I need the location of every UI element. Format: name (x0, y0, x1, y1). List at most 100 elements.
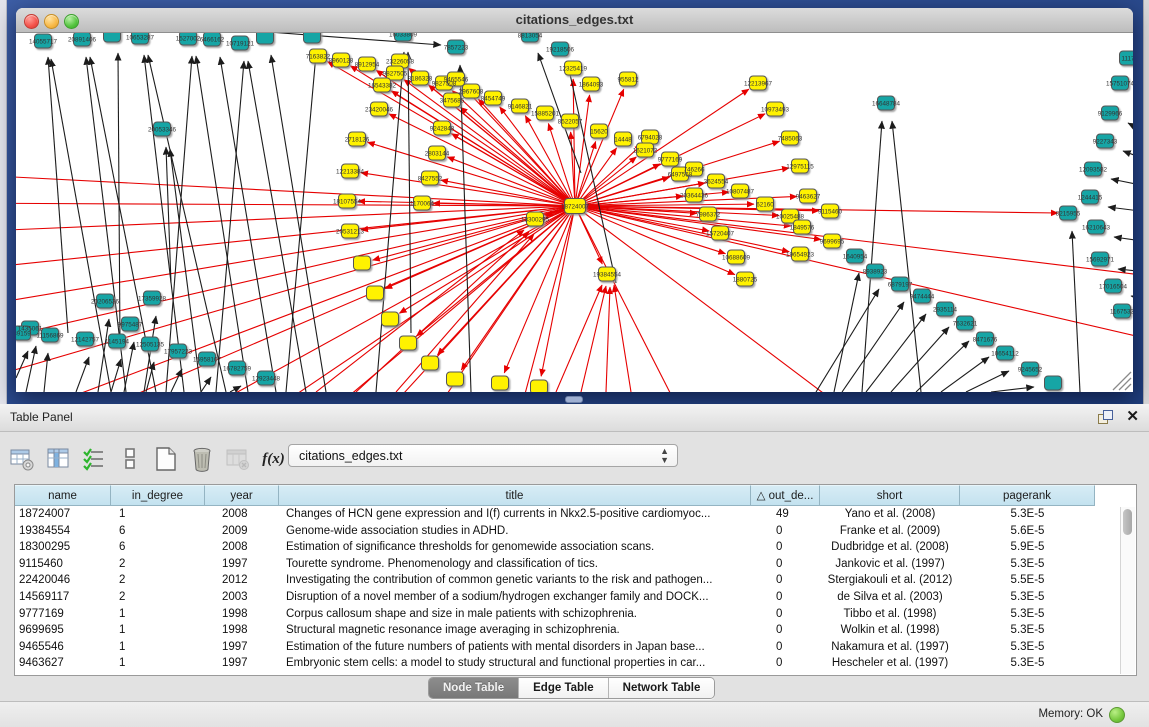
table-scrollbar-thumb[interactable] (1123, 509, 1132, 535)
memory-indicator[interactable] (1109, 707, 1125, 723)
node-label: 9463627 (796, 193, 821, 200)
table-cell: 2012 (205, 572, 279, 589)
table-panel: Table Panel ✕ (0, 404, 1149, 727)
table-row[interactable]: 1938455462009Genome-wide association stu… (15, 523, 1136, 540)
network-node[interactable] (422, 356, 439, 370)
delete-column-icon-disabled (224, 446, 251, 473)
table-row[interactable]: 911546021997Tourette syndrome. Phenomeno… (15, 556, 1136, 573)
node-label: 10719121 (226, 40, 255, 47)
node-label: 8186328 (408, 75, 433, 82)
node-label: 10654112 (991, 350, 1019, 357)
tab-network-table[interactable]: Network Table (609, 678, 715, 698)
tab-node-table[interactable]: Node Table (429, 678, 519, 698)
network-node[interactable] (304, 33, 321, 43)
table-cell: 0 (751, 655, 820, 672)
table-row[interactable]: 1456911722003Disruption of a novel membe… (15, 589, 1136, 606)
network-node[interactable] (492, 376, 509, 390)
node-label: 9827505 (383, 70, 408, 77)
table-panel-header: Table Panel ✕ (0, 404, 1149, 432)
table-cell: 1 (111, 622, 205, 639)
column-header-name[interactable]: name (15, 485, 111, 506)
network-node[interactable] (447, 372, 464, 386)
column-header-title[interactable]: title (279, 485, 751, 506)
node-label: 9115460 (818, 208, 843, 215)
node-label: 10653287 (126, 34, 155, 41)
table-cell: 49 (751, 506, 820, 523)
node-label: 9129966 (1098, 110, 1123, 117)
table-row[interactable]: 1830029562008Estimation of significance … (15, 539, 1136, 556)
table-options-icon[interactable] (8, 446, 35, 473)
node-label: 6794028 (638, 134, 663, 141)
close-panel-icon[interactable]: ✕ (1126, 408, 1139, 425)
network-node[interactable] (354, 256, 371, 270)
node-label: 9245652 (1018, 366, 1043, 373)
table-row[interactable]: 977716911998Corpus callosum shape and si… (15, 606, 1136, 623)
function-builder-icon[interactable]: f(x) (260, 446, 287, 473)
window-titlebar[interactable]: citations_edges.txt (16, 8, 1133, 33)
row-checklist-icon[interactable] (80, 446, 107, 473)
network-node[interactable] (1045, 376, 1062, 390)
table-cell: 1 (111, 606, 205, 623)
canvas-resize-grip[interactable] (1113, 372, 1131, 390)
table-row[interactable]: 946554611997Estimation of the future num… (15, 639, 1136, 656)
table-cell: 9465546 (15, 639, 111, 656)
table-cell: 1997 (205, 655, 279, 672)
table-body[interactable]: 1872400712008Changes of HCN gene express… (15, 506, 1136, 672)
column-pair-icon[interactable] (116, 446, 143, 473)
network-node[interactable] (367, 286, 384, 300)
tab-edge-table[interactable]: Edge Table (519, 678, 609, 698)
new-table-icon[interactable] (152, 446, 179, 473)
node-label: 3475685 (440, 97, 465, 104)
table-cell: 5.6E-5 (960, 523, 1095, 540)
node-label: 7163822 (306, 53, 331, 60)
node-label: 1880725 (733, 276, 758, 283)
network-node[interactable] (531, 380, 548, 392)
node-label: 15720407 (706, 230, 735, 237)
node-label: 18724007 (561, 203, 590, 210)
node-label: 15620 (590, 128, 608, 135)
table-cell: Tourette syndrome. Phenomenology and cla… (279, 556, 751, 573)
table-header-row[interactable]: namein_degreeyeartitle△ out_de...shortpa… (15, 485, 1136, 506)
node-label: 1640954 (843, 253, 868, 260)
column-header-year[interactable]: year (205, 485, 279, 506)
table-cell: Disruption of a novel member of a sodium… (279, 589, 751, 606)
table-cell: 1997 (205, 639, 279, 656)
table-cell: 2 (111, 589, 205, 606)
table-cell: 0 (751, 622, 820, 639)
node-label: 10688609 (722, 254, 751, 261)
node-label: 18107554 (333, 198, 362, 205)
network-node[interactable] (257, 33, 274, 44)
network-canvas[interactable]: 7163822896012889129542322605898275051654… (16, 33, 1133, 392)
node-label: 12093582 (1079, 166, 1108, 173)
table-selector-dropdown[interactable]: citations_edges.txt ▲▼ (288, 444, 678, 467)
column-header-in_degree[interactable]: in_degree (111, 485, 205, 506)
table-row[interactable]: 969969511998Structural magnetic resonanc… (15, 622, 1136, 639)
panel-splitter-handle[interactable] (565, 396, 583, 403)
table-cell: Franke et al. (2009) (820, 523, 960, 540)
table-cell: Investigating the contribution of common… (279, 572, 751, 589)
column-header-short[interactable]: short (820, 485, 960, 506)
show-columns-icon[interactable] (44, 446, 71, 473)
network-node[interactable] (400, 336, 417, 350)
node-label: 17016504 (1099, 283, 1128, 290)
node-label: 16782759 (223, 365, 252, 372)
table-cell: Genome-wide association studies in ADHD. (279, 523, 751, 540)
table-cell: Tibbo et al. (1998) (820, 606, 960, 623)
delete-table-icon[interactable] (188, 446, 215, 473)
table-scrollbar[interactable] (1120, 507, 1135, 674)
network-node[interactable] (382, 312, 399, 326)
table-tabs[interactable]: Node TableEdge TableNetwork Table (428, 677, 715, 699)
table-row[interactable]: 946362711997Embryonic stem cells: a mode… (15, 655, 1136, 672)
column-header-pagerank[interactable]: pagerank (960, 485, 1095, 506)
node-label: 1849576 (790, 224, 815, 231)
node-table[interactable]: namein_degreeyeartitle△ out_de...shortpa… (14, 484, 1137, 676)
table-cell: 0 (751, 606, 820, 623)
table-row[interactable]: 1872400712008Changes of HCN gene express… (15, 506, 1136, 523)
network-node[interactable] (104, 33, 121, 42)
node-label: 19384554 (593, 271, 622, 278)
node-label: 9146821 (508, 103, 533, 110)
float-panel-icon[interactable] (1098, 410, 1113, 425)
table-row[interactable]: 2242004622012Investigating the contribut… (15, 572, 1136, 589)
column-header-out_de[interactable]: △ out_de... (751, 485, 820, 506)
node-label: 16543382 (368, 82, 397, 89)
